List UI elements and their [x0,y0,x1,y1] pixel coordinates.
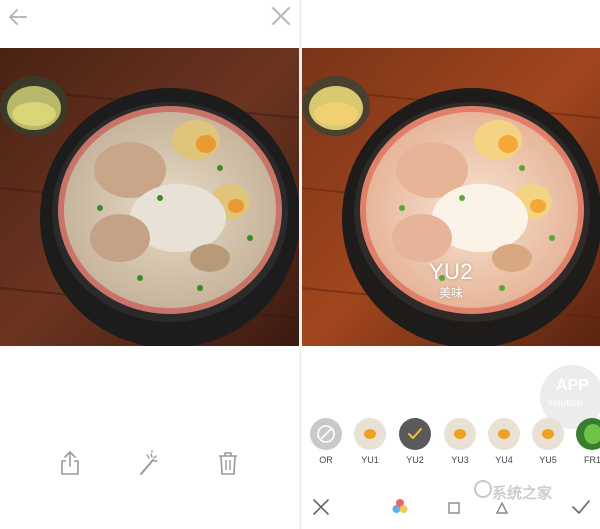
trash-icon[interactable] [216,450,240,476]
filter-thumbnail [354,418,386,450]
original-photo [0,48,299,346]
filter-thumbnail [444,418,476,450]
filter-yu5[interactable]: YU5 [528,418,568,465]
effect-icon[interactable] [496,502,508,514]
filter-label: FR1 [584,455,600,465]
watermark-subtext: solution [548,398,583,409]
filter-yu1[interactable]: YU1 [350,418,390,465]
close-icon[interactable] [270,5,292,27]
filter-yu3[interactable]: YU3 [440,418,480,465]
filter-label: OR [319,455,333,465]
site-watermark: 系统之家 [492,485,553,502]
filter-or[interactable]: OR [306,418,346,465]
filter-label: YU5 [539,455,557,465]
filter-thumbnail [576,418,600,450]
watermark-text: APP [556,377,589,394]
filter-subtitle-overlay: 美味 [438,286,463,300]
site-logo-icon [474,480,492,498]
back-arrow-icon[interactable] [6,5,30,29]
magic-wand-icon[interactable] [137,450,161,476]
cancel-x-icon[interactable] [312,498,330,516]
filter-label: YU2 [406,455,424,465]
top-left-bar [0,0,299,48]
top-right-bar [301,0,600,48]
adjust-icon[interactable] [448,502,460,514]
filter-yu2[interactable]: YU2 [395,418,435,465]
checkmark-icon[interactable] [571,498,591,516]
share-icon[interactable] [58,450,82,476]
filtered-photo-preview[interactable]: YU2 美味 [302,48,600,346]
filter-thumbnail [488,418,520,450]
filter-name-overlay: YU2 [428,259,474,284]
filter-yu4[interactable]: YU4 [484,418,524,465]
filter-label: YU3 [451,455,469,465]
filter-label: YU1 [361,455,379,465]
filter-fr1[interactable]: FR1 [572,418,600,465]
filter-thumbnail [532,418,564,450]
selected-checkmark-icon [399,418,431,450]
no-filter-icon [310,418,342,450]
color-palette-icon[interactable] [391,498,409,516]
filter-label: YU4 [495,455,513,465]
